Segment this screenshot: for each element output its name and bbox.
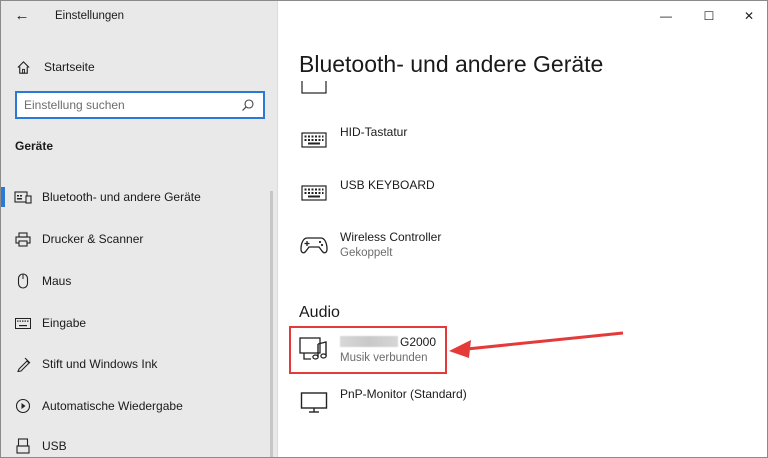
device-item[interactable]: PnP-Monitor (Standard): [299, 387, 549, 427]
autoplay-icon: [14, 398, 32, 414]
device-status: Gekoppelt: [340, 247, 393, 259]
device-item-partial[interactable]: [299, 81, 499, 99]
bluetooth-devices-icon: [14, 189, 32, 205]
sidebar: ← Einstellungen Startseite Geräte Blueto…: [1, 1, 278, 457]
gamepad-icon: [299, 232, 329, 258]
device-name: HID-Tastatur: [340, 125, 408, 139]
settings-window: ← Einstellungen Startseite Geräte Blueto…: [0, 0, 768, 458]
app-title: Einstellungen: [55, 10, 125, 22]
search-box[interactable]: [15, 91, 265, 119]
sidebar-item-usb[interactable]: USB: [1, 431, 273, 457]
device-name: USB KEYBOARD: [340, 178, 435, 192]
sidebar-item-label: Stift und Windows Ink: [42, 357, 158, 371]
home-label: Startseite: [44, 60, 95, 74]
search-icon[interactable]: [241, 98, 255, 112]
sidebar-item-mouse[interactable]: Maus: [1, 266, 273, 296]
monitor-icon: [299, 389, 329, 415]
annotation-highlight-box: [289, 326, 447, 374]
device-name: Wireless Controller: [340, 230, 442, 244]
sidebar-item-pen[interactable]: Stift und Windows Ink: [1, 349, 273, 379]
keyboard-icon: [299, 81, 329, 99]
selected-indicator: [1, 187, 5, 207]
printer-icon: [14, 231, 32, 247]
sidebar-item-bluetooth[interactable]: Bluetooth- und andere Geräte: [1, 182, 273, 212]
device-name: PnP-Monitor (Standard): [340, 387, 467, 401]
usb-icon: [14, 438, 32, 454]
sidebar-item-label: Eingabe: [42, 316, 87, 330]
sidebar-item-label: Automatische Wiedergabe: [42, 399, 183, 413]
sidebar-item-label: Maus: [42, 274, 72, 288]
sidebar-item-input[interactable]: Eingabe: [1, 308, 273, 338]
minimize-button[interactable]: —: [651, 5, 681, 27]
keyboard-icon: [299, 127, 329, 153]
back-arrow-icon[interactable]: ←: [11, 6, 33, 26]
search-input[interactable]: [24, 97, 234, 113]
main-content: — ☐ ✕ Bluetooth- und andere Geräte HID-T…: [279, 1, 767, 457]
title-bar: ← Einstellungen: [1, 1, 278, 33]
sidebar-item-label: USB: [42, 439, 67, 453]
close-button[interactable]: ✕: [734, 5, 764, 27]
home-icon: [15, 59, 31, 75]
annotation-arrow-icon: [449, 331, 624, 358]
sidebar-scrollbar[interactable]: [270, 191, 273, 457]
home-link[interactable]: Startseite: [15, 57, 95, 77]
page-title: Bluetooth- und andere Geräte: [299, 51, 604, 77]
sidebar-item-label: Bluetooth- und andere Geräte: [42, 190, 201, 204]
device-item[interactable]: Wireless Controller Gekoppelt: [299, 230, 549, 270]
maximize-button[interactable]: ☐: [694, 5, 724, 27]
section-heading-devices: Geräte: [15, 139, 54, 153]
sidebar-item-printers[interactable]: Drucker & Scanner: [1, 224, 273, 254]
section-heading-audio: Audio: [299, 304, 340, 321]
keyboard-icon: [14, 315, 32, 331]
device-item[interactable]: HID-Tastatur: [299, 125, 549, 165]
sidebar-item-label: Drucker & Scanner: [42, 232, 144, 246]
keyboard-icon: [299, 180, 329, 206]
mouse-icon: [14, 273, 32, 289]
device-item[interactable]: USB KEYBOARD: [299, 178, 549, 218]
sidebar-item-autoplay[interactable]: Automatische Wiedergabe: [1, 391, 273, 421]
pen-icon: [14, 356, 32, 372]
